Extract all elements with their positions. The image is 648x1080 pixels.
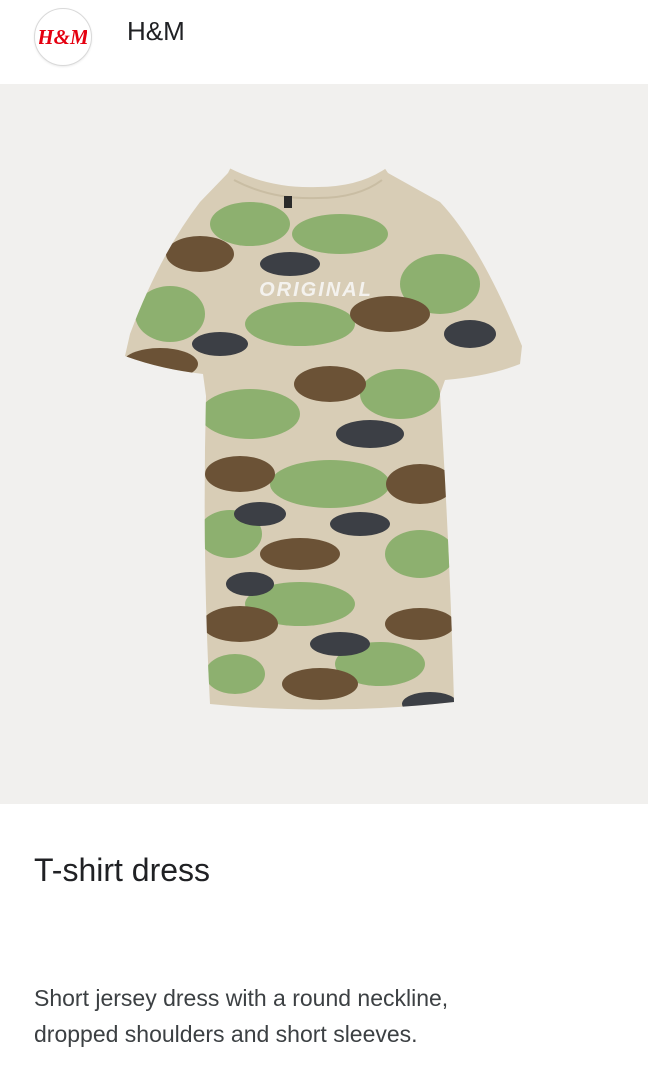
product-description: Short jersey dress with a round neckline… [34, 980, 624, 1052]
description-line-2: dropped shoulders and short sleeves. [34, 1021, 418, 1047]
print-text: ORIGINAL [259, 279, 373, 301]
app-header: H&M H&M [0, 0, 648, 84]
product-info: T-shirt dress Short jersey dress with a … [0, 804, 648, 1080]
svg-text:H&M: H&M [39, 25, 87, 49]
brand-name[interactable]: H&M [127, 16, 185, 47]
camo-tshirt-dress-image: ORIGINAL [125, 168, 522, 710]
hm-logo-icon: H&M [39, 25, 87, 49]
product-title: T-shirt dress [34, 852, 211, 888]
description-line-1: Short jersey dress with a round neckline… [34, 985, 449, 1011]
brand-logo[interactable]: H&M [34, 8, 92, 66]
product-image[interactable]: ORIGINAL [0, 84, 648, 804]
